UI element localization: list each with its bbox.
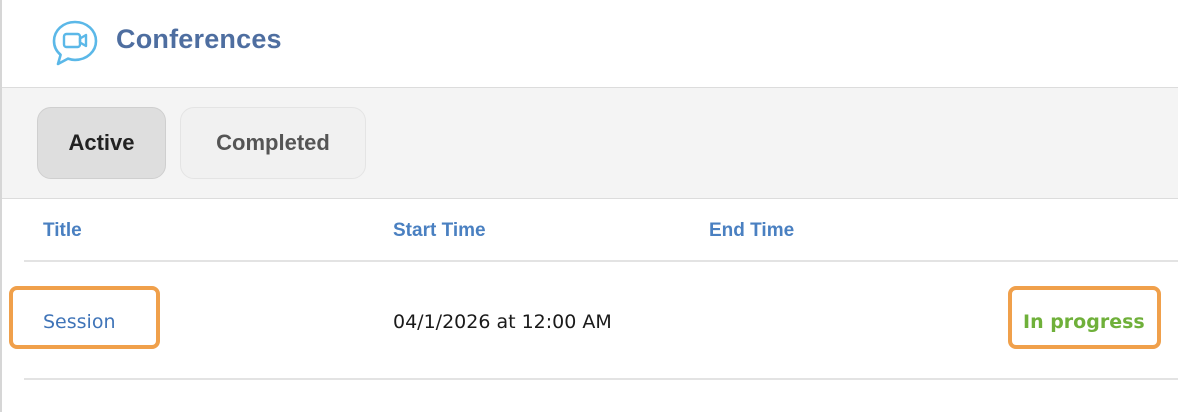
page-title: Conferences xyxy=(116,24,282,54)
tab-bar: Active Completed xyxy=(2,88,1178,199)
session-start-time: 04/1/2026 at 12:00 AM xyxy=(393,311,612,333)
page-header: Conferences xyxy=(2,0,1178,88)
session-highlight-box xyxy=(9,286,160,349)
column-header-title[interactable]: Title xyxy=(43,220,82,242)
column-header-end-time[interactable]: End Time xyxy=(709,220,794,242)
video-chat-icon xyxy=(52,20,98,66)
table-header-divider xyxy=(24,260,1178,262)
conferences-page: Conferences Active Completed Title Start… xyxy=(0,0,1178,412)
status-highlight-box xyxy=(1008,286,1161,349)
tab-active[interactable]: Active xyxy=(37,107,166,179)
tab-completed[interactable]: Completed xyxy=(180,107,366,179)
column-header-start-time[interactable]: Start Time xyxy=(393,220,486,242)
table-row-divider xyxy=(24,378,1178,380)
